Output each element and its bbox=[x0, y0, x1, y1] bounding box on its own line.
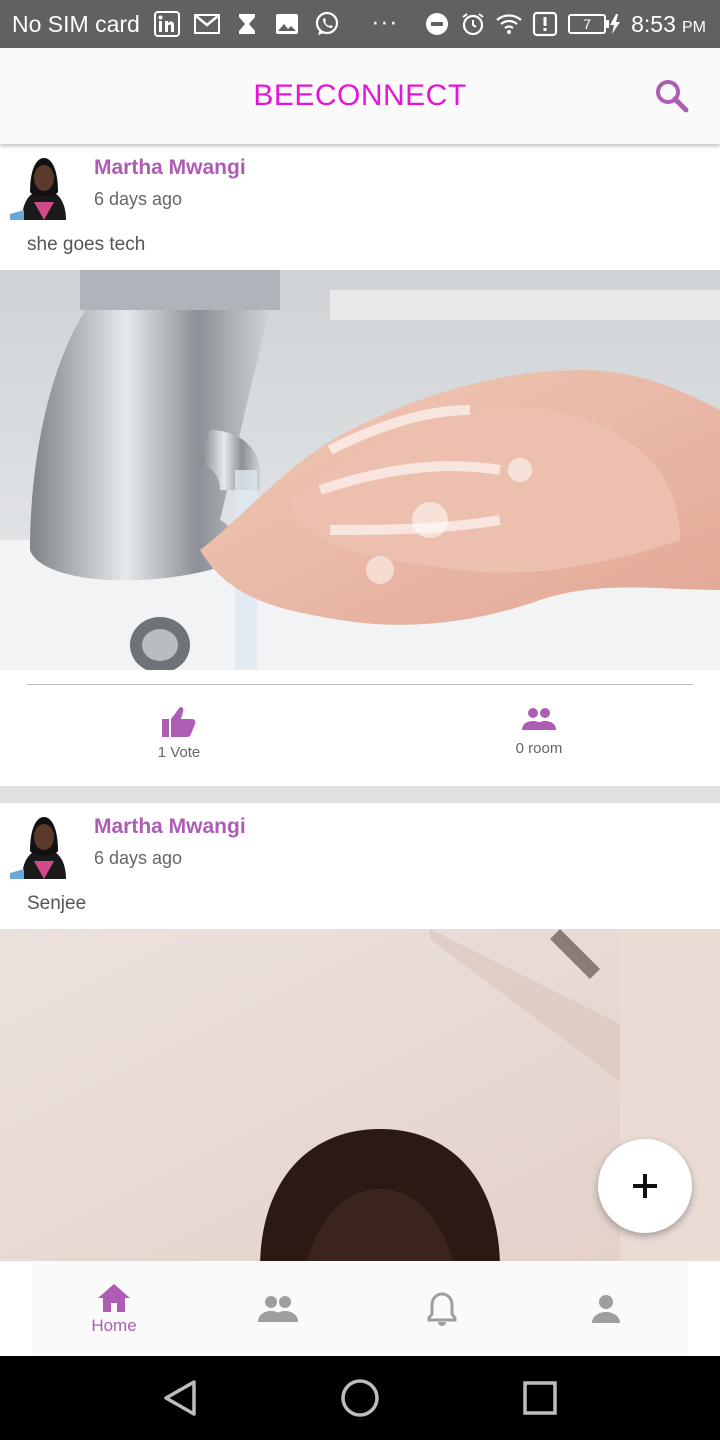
whatsapp-icon bbox=[314, 11, 340, 37]
room-count: 0 room bbox=[515, 740, 563, 757]
author-name[interactable]: Martha Mwangi bbox=[94, 156, 246, 180]
wifi-icon bbox=[496, 11, 522, 37]
alarm-icon bbox=[460, 11, 486, 37]
people-icon bbox=[258, 1295, 298, 1322]
person-icon bbox=[592, 1294, 620, 1323]
back-button[interactable] bbox=[158, 1376, 202, 1420]
avatar[interactable] bbox=[10, 152, 78, 220]
status-bar: No SIM card ··· 7 8:53 PM bbox=[0, 0, 720, 48]
search-icon bbox=[656, 80, 689, 113]
gmail-icon bbox=[193, 11, 220, 37]
home-icon bbox=[98, 1283, 130, 1312]
recents-square-icon bbox=[523, 1381, 557, 1415]
post-time: 6 days ago bbox=[94, 848, 183, 868]
do-not-disturb-icon bbox=[424, 11, 450, 37]
battery-icon: 7 bbox=[568, 14, 621, 34]
vote-button[interactable]: 1 Vote bbox=[119, 706, 239, 761]
system-navigation-bar bbox=[0, 1356, 720, 1440]
nav-notifications[interactable] bbox=[360, 1261, 524, 1356]
add-post-button[interactable] bbox=[598, 1139, 692, 1233]
alert-icon bbox=[532, 11, 558, 37]
overflow-dots: ··· bbox=[371, 11, 399, 37]
post-actions: 1 Vote 0 room bbox=[0, 670, 720, 786]
post-feed[interactable]: Martha Mwangi 6 days ago she goes tech 1… bbox=[0, 144, 720, 1261]
back-triangle-icon bbox=[164, 1380, 196, 1416]
people-icon bbox=[522, 708, 556, 730]
room-button[interactable]: 0 room bbox=[479, 706, 599, 757]
clock-ampm: PM bbox=[682, 18, 706, 36]
nav-home-label: Home bbox=[91, 1315, 137, 1335]
plus-icon bbox=[633, 1174, 657, 1198]
nav-people[interactable] bbox=[196, 1261, 360, 1356]
author-name[interactable]: Martha Mwangi bbox=[94, 815, 246, 839]
post-image[interactable] bbox=[0, 270, 720, 670]
clock-time: 8:53 bbox=[631, 10, 676, 37]
home-circle-icon bbox=[341, 1379, 379, 1417]
home-system-button[interactable] bbox=[338, 1376, 382, 1420]
app-bar: BEECONNECT bbox=[0, 48, 720, 144]
battery-level: 7 bbox=[568, 14, 607, 34]
image-icon bbox=[274, 11, 300, 37]
post-separator bbox=[0, 786, 720, 803]
divider bbox=[27, 684, 693, 685]
hand-washing-photo bbox=[0, 270, 720, 670]
nav-profile[interactable] bbox=[524, 1261, 688, 1356]
post-time: 6 days ago bbox=[94, 189, 183, 209]
linkedin-icon bbox=[153, 11, 180, 37]
avatar[interactable] bbox=[10, 811, 78, 879]
thumbs-up-icon bbox=[162, 707, 196, 737]
nav-home[interactable]: Home bbox=[32, 1261, 196, 1356]
post-text: she goes tech bbox=[27, 234, 146, 255]
post-header: Martha Mwangi 6 days ago bbox=[0, 803, 720, 889]
search-button[interactable] bbox=[652, 76, 692, 116]
post-header: Martha Mwangi 6 days ago bbox=[0, 144, 720, 230]
bottom-navigation: Home bbox=[0, 1261, 720, 1356]
bell-icon bbox=[427, 1291, 457, 1326]
recents-button[interactable] bbox=[518, 1376, 562, 1420]
hourglass-icon bbox=[234, 11, 260, 37]
post-card: Martha Mwangi 6 days ago she goes tech 1… bbox=[0, 144, 720, 786]
app-title: BEECONNECT bbox=[253, 79, 467, 112]
carrier-label: No SIM card bbox=[12, 10, 140, 37]
post-text: Senjee bbox=[27, 893, 87, 914]
vote-count: 1 Vote bbox=[157, 744, 201, 761]
